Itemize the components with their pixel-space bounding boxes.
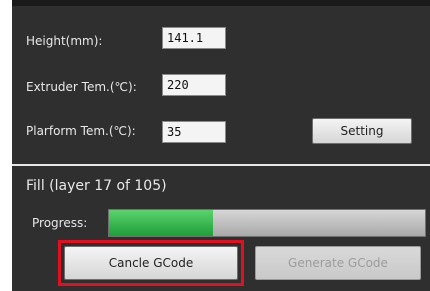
extruder-temp-label: Extruder Tem.(℃): <box>26 80 137 94</box>
platform-temp-label: Plarform Tem.(℃): <box>26 124 136 138</box>
progress-status-title: Fill (layer 17 of 105) <box>26 178 167 194</box>
progress-bar-fill <box>109 210 214 236</box>
section-divider <box>12 164 430 166</box>
extruder-temp-field[interactable]: 220 <box>162 74 226 96</box>
generate-gcode-button[interactable]: Generate GCode <box>255 246 421 280</box>
setting-button[interactable]: Setting <box>312 118 412 144</box>
progress-bar <box>108 209 426 237</box>
cancel-gcode-button[interactable]: Cancle GCode <box>64 246 238 280</box>
platform-temp-field[interactable]: 35 <box>162 121 226 143</box>
height-label: Height(mm): <box>26 34 103 48</box>
printer-control-panel: Height(mm): 141.1 Extruder Tem.(℃): 220 … <box>12 0 430 291</box>
progress-label: Progress: <box>32 216 88 230</box>
height-field[interactable]: 141.1 <box>162 27 226 49</box>
panel-top-border <box>12 0 430 6</box>
